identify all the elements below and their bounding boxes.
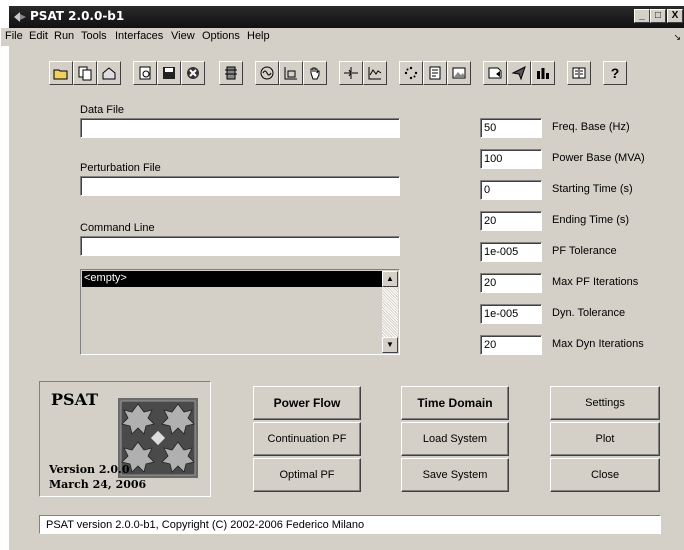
save-icon[interactable] [157,61,181,85]
command-line-label: Command Line [80,222,155,234]
optimal-pf-button[interactable]: Optimal PF [253,458,361,492]
max-dyn-iterations-input[interactable]: 20 [480,335,542,355]
psat-logo-panel: PSAT Version 2.0.0 March 24, 2006 [39,381,211,497]
bar-chart-icon[interactable] [531,61,555,85]
starting-time-label: Starting Time (s) [552,183,633,195]
status-bar: PSAT version 2.0.0-b1, Copyright (C) 200… [39,515,661,534]
title-bar[interactable]: PSAT 2.0.0-b1 _ □ X [9,6,684,28]
menu-edit[interactable]: Edit [29,30,48,42]
power-base-input[interactable]: 100 [480,149,542,169]
waveform-icon[interactable] [363,61,387,85]
folder-tree-icon[interactable] [97,61,121,85]
power-flow-button[interactable]: Power Flow [253,386,361,420]
release-date-text: March 24, 2006 [49,478,147,491]
settings-button[interactable]: Settings [550,386,660,420]
power-base-label: Power Base (MVA) [552,152,645,164]
perturbation-file-label: Perturbation File [80,162,161,174]
close-button[interactable]: Close [550,458,660,492]
time-domain-button[interactable]: Time Domain [401,386,509,420]
max-dyn-iterations-label: Max Dyn Iterations [552,338,644,350]
menu-interfaces[interactable]: Interfaces [115,30,163,42]
menu-file[interactable]: File [5,30,23,42]
report-icon[interactable] [423,61,447,85]
max-pf-iterations-input[interactable]: 20 [480,273,542,293]
menu-help[interactable]: Help [247,30,270,42]
freq-base-input[interactable]: 50 [480,118,542,138]
scroll-up-icon[interactable]: ▲ [382,271,398,287]
dyn-tolerance-label: Dyn. Tolerance [552,307,626,319]
run-icon[interactable] [507,61,531,85]
message-listbox[interactable]: <empty> ▲ ▼ [80,269,400,355]
copy-icon[interactable] [73,61,97,85]
open-folder-icon[interactable] [49,61,73,85]
perturbation-file-input[interactable] [80,176,400,196]
maximize-button[interactable]: □ [650,9,666,23]
continuation-pf-button[interactable]: Continuation PF [253,422,361,456]
freq-base-label: Freq. Base (Hz) [552,121,630,133]
pf-tolerance-input[interactable]: 1e-005 [480,242,542,262]
close-window-button[interactable]: X [667,9,683,23]
plot-button[interactable]: Plot [550,422,660,456]
menu-view[interactable]: View [171,30,195,42]
ending-time-label: Ending Time (s) [552,214,630,226]
window-title: PSAT 2.0.0-b1 [30,9,125,23]
pf-tolerance-label: PF Tolerance [552,245,617,257]
bus-icon[interactable] [339,61,363,85]
logo-version: Version 2.0.0 March 24, 2006 [49,462,146,492]
version-text: Version 2.0.0 [49,463,130,476]
data-file-label: Data File [80,104,125,116]
preview-icon[interactable] [133,61,157,85]
generator-icon[interactable] [255,61,279,85]
graph-icon[interactable] [279,61,303,85]
script-icon[interactable] [483,61,507,85]
psat-main-window: PSAT 2.0.0-b1 _ □ X File Edit Run Tools … [1,6,684,550]
stop-icon[interactable] [181,61,205,85]
load-system-button[interactable]: Load System [401,422,509,456]
max-pf-iterations-label: Max PF Iterations [552,276,639,288]
hand-icon[interactable] [303,61,327,85]
minimize-button[interactable]: _ [634,9,650,23]
menu-bar: File Edit Run Tools Interfaces View Opti… [1,28,684,46]
dock-arrow-icon[interactable]: ↘ [673,32,681,43]
tool-icon[interactable] [219,61,243,85]
help-icon[interactable]: ? [603,61,627,85]
logo-title: PSAT [51,390,99,409]
scroll-down-icon[interactable]: ▼ [382,337,398,353]
data-file-input[interactable] [80,118,400,138]
menu-tools[interactable]: Tools [81,30,107,42]
list-item[interactable]: <empty> [82,271,385,287]
starting-time-input[interactable]: 0 [480,180,542,200]
command-line-input[interactable] [80,236,400,256]
listbox-scrollbar[interactable]: ▲ ▼ [382,271,398,353]
psat-app-icon [14,12,26,22]
book-icon[interactable] [567,61,591,85]
image-icon[interactable] [447,61,471,85]
dyn-tolerance-input[interactable]: 1e-005 [480,304,542,324]
menu-run[interactable]: Run [54,30,74,42]
save-system-button[interactable]: Save System [401,458,509,492]
scatter-icon[interactable] [399,61,423,85]
menu-options[interactable]: Options [202,30,240,42]
ending-time-input[interactable]: 20 [480,211,542,231]
